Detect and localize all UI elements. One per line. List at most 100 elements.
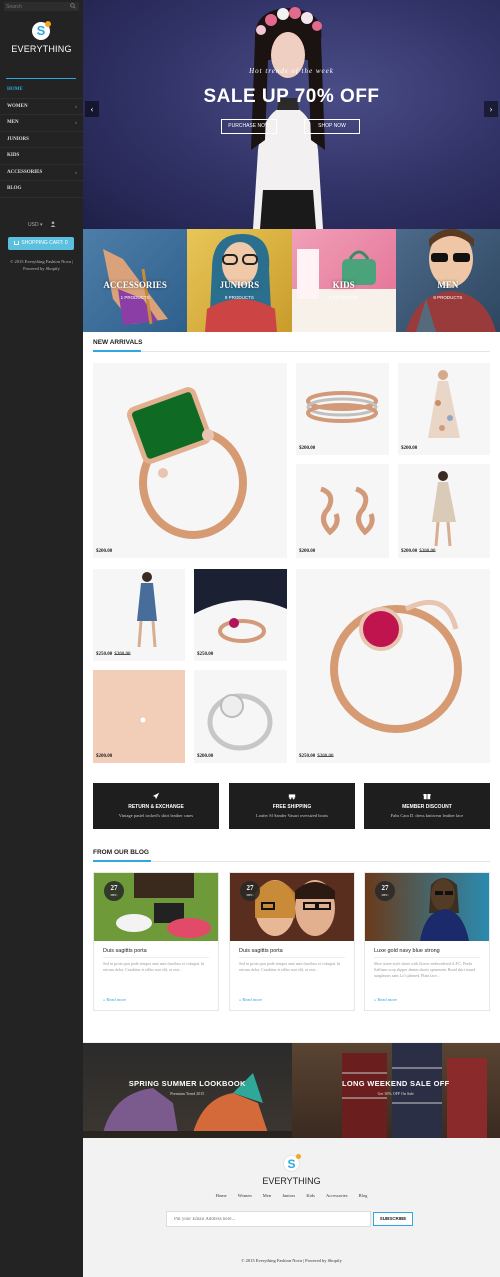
nav-item-kids[interactable]: Kids [0, 148, 83, 165]
product-price: $250.00 [299, 754, 316, 759]
footer-nav: Home Women Men Juniors Kids Accessories … [83, 1193, 500, 1198]
denim-dress-image [137, 572, 157, 648]
blog-post-image: 27 DEC [94, 873, 218, 941]
product-price: $200.00 [299, 549, 316, 554]
product-card[interactable]: $250.00 $300.00 [296, 569, 490, 763]
pink-ring-image [330, 599, 462, 733]
category-banner-kids[interactable]: Kids 8 products [291, 229, 396, 332]
search-input[interactable] [6, 2, 66, 11]
footer-link-home[interactable]: Home [216, 1193, 227, 1198]
product-price: $250.00 [96, 652, 113, 657]
category-count: 8 products [224, 295, 254, 300]
newsletter-email-input[interactable] [166, 1211, 371, 1227]
post-title[interactable]: Duis sagittis porta [103, 948, 147, 954]
category-count: 8 products [329, 295, 359, 300]
category-banner-accessories[interactable]: Accessories 1 products [83, 229, 188, 332]
gift-icon [423, 793, 431, 800]
search-icon[interactable] [70, 3, 76, 9]
user-icon[interactable] [50, 221, 56, 227]
post-title[interactable]: Luxe gold navy blue strong [374, 948, 440, 954]
shop-now-button[interactable]: SHOP NOW [304, 119, 360, 134]
footer-link-men[interactable]: Men [263, 1193, 271, 1198]
category-count: 8 products [433, 295, 463, 300]
nav-item-home[interactable]: Home [0, 82, 83, 99]
category-banner-juniors[interactable]: Juniors 8 products [187, 229, 292, 332]
product-price: $200.00 [299, 446, 316, 451]
nav-item-men[interactable]: Men › [0, 115, 83, 132]
product-card[interactable]: $200.00 [296, 464, 389, 558]
footer-link-kids[interactable]: Kids [306, 1193, 315, 1198]
category-count: 1 products [120, 295, 150, 300]
category-banner-men[interactable]: Men 8 products [395, 229, 500, 332]
divider [6, 78, 76, 79]
currency-select[interactable]: USD ▾ [28, 222, 42, 228]
blog-post[interactable]: 27 DEC Duis sagittis porta Sed in proin q… [229, 872, 355, 1011]
chevron-right-icon: › [75, 103, 77, 110]
chevron-right-icon: › [75, 169, 77, 176]
earrings-image [320, 486, 375, 536]
shopping-cart-button[interactable]: SHOPPING CART: 0 [8, 237, 74, 250]
new-arrivals-title: New Arrivals [93, 339, 143, 346]
cart-icon [14, 240, 20, 245]
purchase-now-button[interactable]: PURCHASE NOW [221, 119, 277, 134]
sidebar-copyright: © 2015 Everything Fashion Nova | Powered… [10, 259, 73, 271]
banner-long-weekend-sale[interactable]: Long Weekend Sale Off Get 30% OFF On Sal… [291, 1043, 500, 1138]
product-price: $250.00 [197, 652, 214, 657]
read-more-link[interactable]: » Read more [374, 997, 397, 1002]
hero-title: SALE UP 70% OFF [203, 86, 380, 107]
service-free-shipping: Free Shipping Loafer Sl Sander Vasari ov… [229, 783, 355, 829]
floral-dress-image [428, 370, 460, 438]
nav-item-juniors[interactable]: Juniors [0, 132, 83, 148]
search-box [4, 2, 79, 11]
blog-post[interactable]: 27 DEC Luxe gold navy blue strong Shoe st… [364, 872, 490, 1011]
footer-link-blog[interactable]: Blog [359, 1193, 368, 1198]
category-title: Men [437, 280, 459, 290]
blog-post-image: 27 DEC [230, 873, 354, 941]
nav-item-women[interactable]: Women › [0, 99, 83, 115]
nav-item-blog[interactable]: Blog [0, 181, 83, 198]
diamond-ring-image [207, 693, 273, 751]
main-content: New Arrivals $200.00 $200.00 $200.00 $20… [83, 332, 500, 1042]
footer-link-women[interactable]: Women [238, 1193, 252, 1198]
product-card[interactable]: $200.00 $300.00 [398, 464, 490, 558]
product-card[interactable]: $250.00 $300.00 [93, 569, 185, 661]
product-old-price: $300.00 [317, 754, 334, 759]
ruby-ring-box-image [194, 569, 287, 643]
product-card[interactable]: $200.00 [93, 363, 287, 558]
slider-next-icon[interactable]: › [484, 101, 498, 117]
product-card[interactable]: $200.00 [93, 670, 185, 763]
product-price: $200.00 [197, 754, 214, 759]
hero-slider: Hot trends of the week SALE UP 70% OFF P… [83, 0, 500, 229]
footer-link-juniors[interactable]: Juniors [282, 1193, 295, 1198]
banner-subtitle: Get 30% OFF On Sale [377, 1091, 414, 1096]
post-excerpt: Sed in proin quis pede tempor ante ante … [239, 961, 341, 972]
product-card[interactable]: $250.00 [194, 569, 287, 661]
product-old-price: $300.00 [114, 652, 131, 657]
footer-logo-icon[interactable]: S [283, 1154, 301, 1172]
slider-prev-icon[interactable]: ‹ [85, 101, 99, 117]
banner-spring-summer-lookbook[interactable]: Spring Summer Lookbook Premium Trend 201… [83, 1043, 292, 1138]
subscribe-button[interactable]: SUBSCRIBE [373, 1212, 413, 1226]
post-excerpt: Shoe street style shoes with flower embr… [374, 961, 476, 978]
hero-tagline: Hot trends of the week [249, 67, 334, 75]
post-excerpt: Sed in proin quis pede tempor ante ante … [103, 961, 205, 972]
footer-link-accessories[interactable]: Accessories [326, 1193, 348, 1198]
short-dress-image [432, 471, 456, 547]
post-date: 27 DEC [104, 881, 124, 901]
banner-subtitle: Premium Trend 2015 [170, 1091, 205, 1096]
post-date: 27 DEC [240, 881, 260, 901]
nav-item-accessories[interactable]: Accessories › [0, 165, 83, 181]
service-return-exchange: Return & Exchange Vintage pastel tocked'… [93, 783, 219, 829]
blog-post[interactable]: 27 DEC Duis sagittis porta Sed in proin q… [93, 872, 219, 1011]
product-card[interactable]: $200.00 [398, 363, 490, 455]
footer: S EVERYTHING Home Women Men Juniors Kids… [83, 1138, 500, 1277]
logo-icon: S [32, 21, 51, 40]
product-card[interactable]: $200.00 [296, 363, 389, 455]
banner-title: Spring Summer Lookbook [128, 1079, 246, 1088]
read-more-link[interactable]: » Read more [103, 997, 126, 1002]
post-title[interactable]: Duis sagittis porta [239, 948, 283, 954]
emerald-ring-image [127, 387, 247, 539]
read-more-link[interactable]: » Read more [239, 997, 262, 1002]
product-card[interactable]: $200.00 [194, 670, 287, 763]
section-divider [93, 860, 490, 862]
